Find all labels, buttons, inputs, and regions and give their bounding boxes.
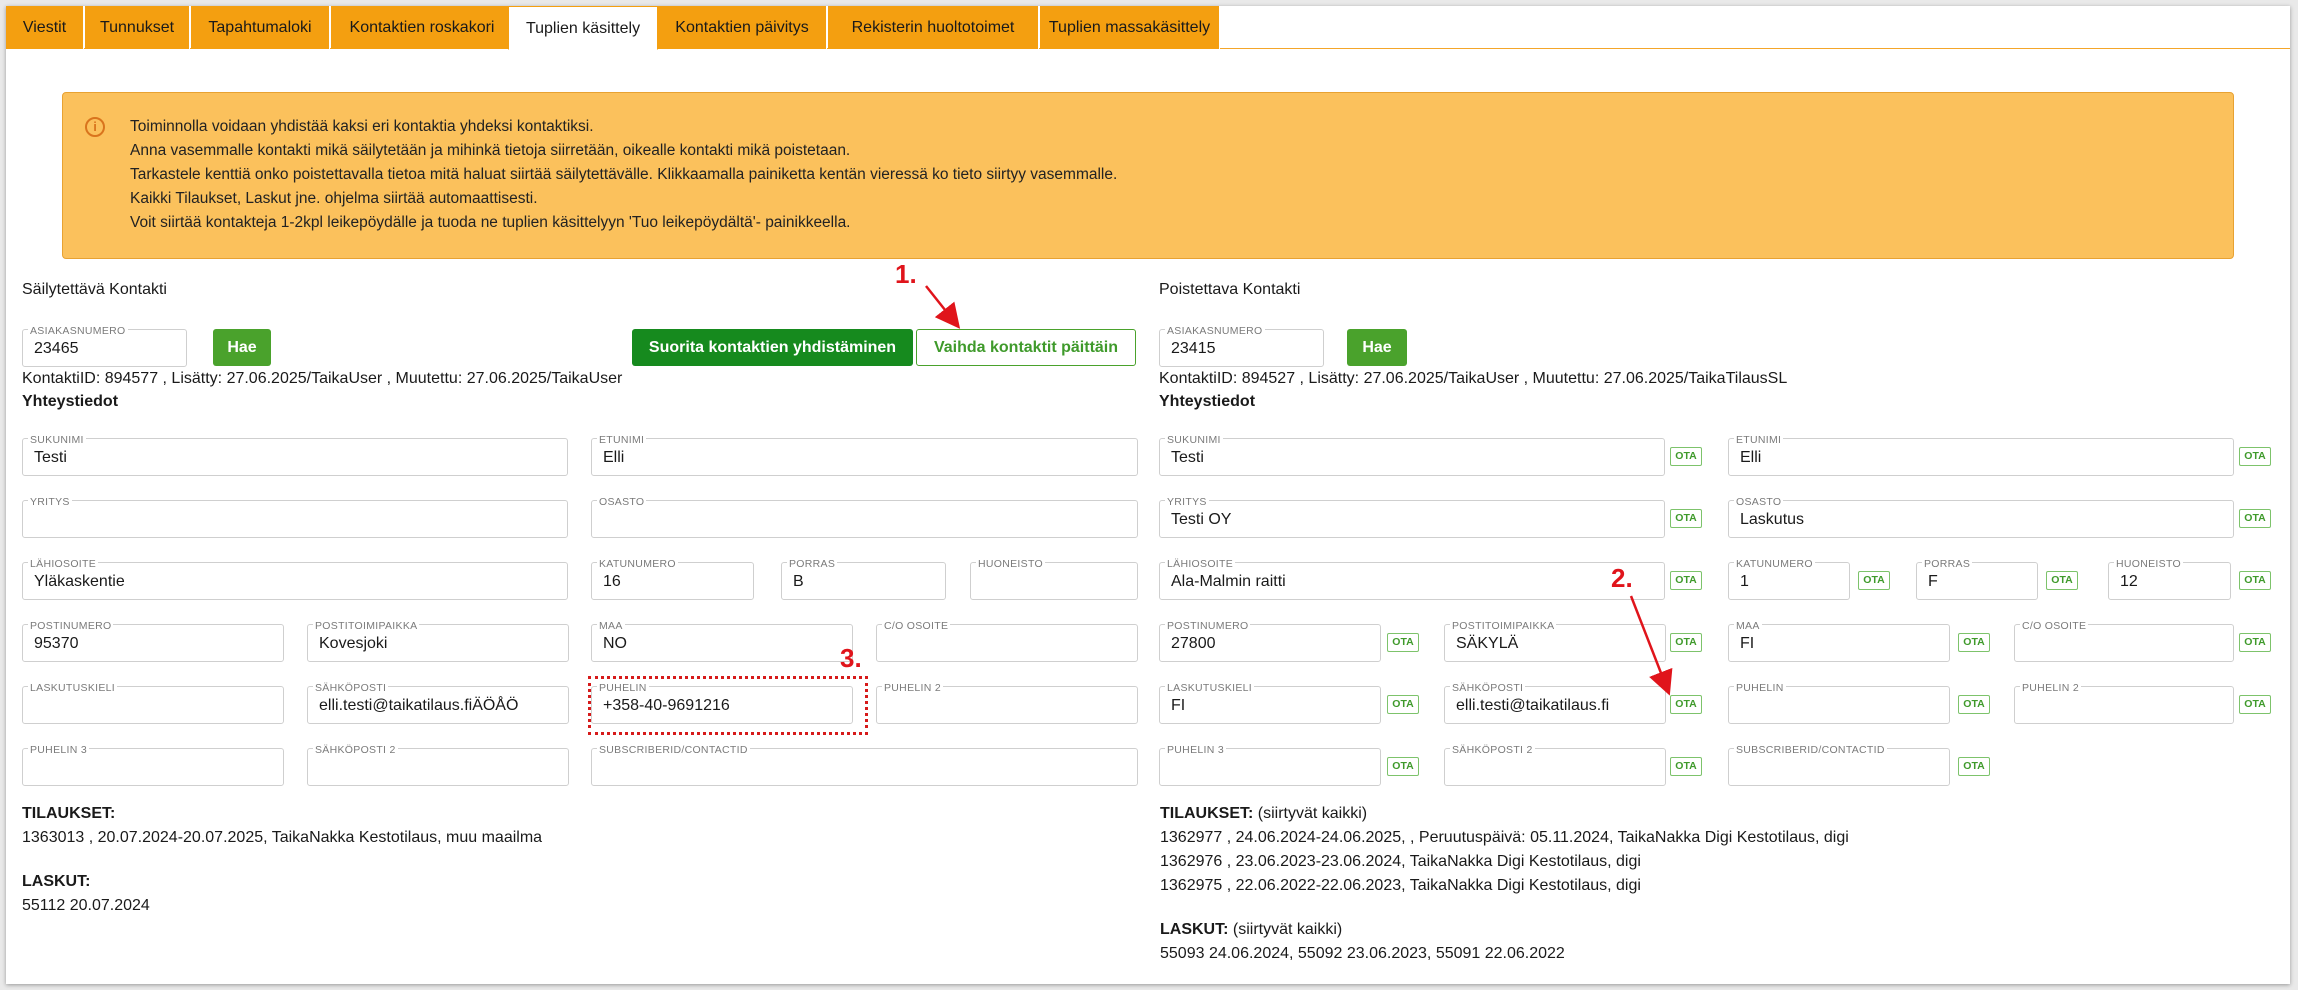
arrow-1 bbox=[925, 285, 961, 329]
arrow-2 bbox=[1629, 595, 1673, 696]
app-window: Viestit Tunnukset Tapahtumaloki Kontakti… bbox=[6, 6, 2290, 984]
annotation-arrows bbox=[925, 285, 1673, 696]
